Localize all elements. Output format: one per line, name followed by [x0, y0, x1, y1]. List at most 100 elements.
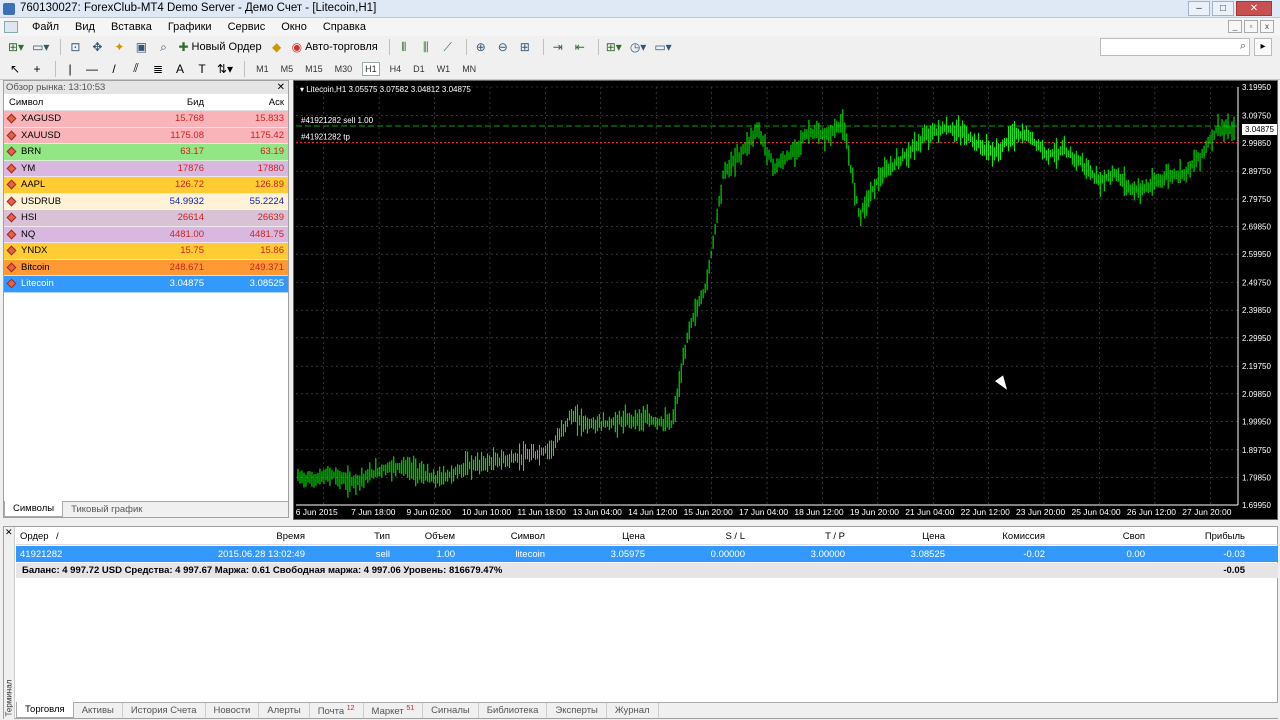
document-icon[interactable]	[4, 21, 18, 33]
col-order[interactable]: Ордер	[16, 531, 56, 542]
col-symbol[interactable]: Символ	[461, 531, 551, 542]
fibonacci-icon[interactable]: ≣	[149, 60, 167, 78]
menu-insert[interactable]: Вставка	[111, 21, 152, 33]
terminal-tab[interactable]: Библиотека	[479, 703, 548, 718]
minimize-button[interactable]: ‒	[1188, 1, 1210, 16]
text-icon[interactable]: A	[171, 60, 189, 78]
col-current-price[interactable]: Цена	[851, 531, 951, 542]
zoom-out-icon[interactable]: ⊖	[494, 38, 512, 56]
timeframe-h1[interactable]: H1	[362, 61, 380, 76]
terminal-tab[interactable]: Активы	[74, 703, 123, 718]
col-profit[interactable]: Прибыль	[1151, 531, 1251, 542]
close-icon[interactable]: ✕	[5, 527, 13, 538]
horizontal-line-icon[interactable]: —	[83, 60, 101, 78]
market-watch-row[interactable]: NQ 4481.00 4481.75	[4, 226, 288, 243]
menu-charts[interactable]: Графики	[168, 21, 212, 33]
auto-trading-button[interactable]: ◉ Авто-торговля	[290, 38, 380, 56]
market-watch-row[interactable]: BRN 63.17 63.19	[4, 144, 288, 161]
profiles-button[interactable]: ▭▾	[30, 38, 51, 56]
price-chart[interactable]: 6 Jun 2015 7 Jun 18:00 9 Jun 02:00 10 Jun 1…	[293, 80, 1278, 520]
terminal-tab[interactable]: История Счета	[123, 703, 206, 718]
market-watch-icon[interactable]: ⊡	[66, 38, 84, 56]
tab-tick-chart[interactable]: Тиковый график	[63, 502, 150, 517]
timeframe-m1[interactable]: M1	[254, 63, 271, 75]
periods-icon[interactable]: ◷▾	[628, 38, 649, 56]
market-watch-row[interactable]: YNDX 15.75 15.86	[4, 243, 288, 260]
market-watch-row[interactable]: HSI 26614 26639	[4, 210, 288, 227]
terminal-tab[interactable]: Почта 12	[310, 703, 364, 718]
menu-view[interactable]: Вид	[75, 21, 95, 33]
crosshair-icon[interactable]: +	[28, 60, 46, 78]
maximize-button[interactable]: □	[1212, 1, 1234, 16]
new-chart-button[interactable]: ⊞▾	[6, 38, 26, 56]
col-bid[interactable]: Бид	[124, 97, 204, 108]
navigator-icon[interactable]: ✦	[110, 38, 128, 56]
terminal-tab[interactable]: Маркет 51	[364, 703, 424, 718]
market-watch-row[interactable]: YM 17876 17880	[4, 160, 288, 177]
channel-icon[interactable]: ⫽	[127, 60, 145, 78]
arrows-icon[interactable]: ⇅▾	[215, 60, 235, 78]
menu-file[interactable]: Файл	[32, 21, 59, 33]
cursor-icon[interactable]: ↖	[6, 60, 24, 78]
auto-scroll-icon[interactable]: ⇥	[549, 38, 567, 56]
terminal-tab[interactable]: Сигналы	[423, 703, 479, 718]
col-price[interactable]: Цена	[551, 531, 651, 542]
market-watch-row[interactable]: XAUUSD 1175.08 1175.42	[4, 127, 288, 144]
timeframe-d1[interactable]: D1	[411, 63, 427, 75]
chart-shift-icon[interactable]: ⇤	[571, 38, 589, 56]
data-window-icon[interactable]: ✥	[88, 38, 106, 56]
terminal-tab[interactable]: Торговля	[16, 702, 74, 718]
terminal-tab[interactable]: Алерты	[259, 703, 310, 718]
line-chart-icon[interactable]: ⟋	[439, 38, 457, 56]
close-button[interactable]: ✕	[1236, 1, 1272, 16]
market-watch-row[interactable]: Bitcoin 248.671 249.371	[4, 259, 288, 276]
tab-symbols[interactable]: Символы	[4, 501, 64, 517]
col-type[interactable]: Тип	[311, 531, 396, 542]
tester-icon[interactable]: ⌕	[154, 38, 172, 56]
col-swap[interactable]: Своп	[1051, 531, 1151, 542]
tile-windows-icon[interactable]: ⊞	[516, 38, 534, 56]
timeframe-mn[interactable]: MN	[460, 63, 478, 75]
col-volume[interactable]: Объем	[396, 531, 461, 542]
bar-chart-icon[interactable]: ⫴	[395, 38, 413, 56]
timeframe-h4[interactable]: H4	[388, 63, 404, 75]
terminal-tab[interactable]: Эксперты	[547, 703, 607, 718]
candlestick-icon[interactable]: ⫼	[417, 38, 435, 56]
meta-editor-icon[interactable]: ◆	[268, 38, 286, 56]
new-order-button[interactable]: ✚ Новый Ордер	[176, 38, 263, 56]
col-sl[interactable]: S / L	[651, 531, 751, 542]
col-symbol[interactable]: Символ	[4, 97, 124, 108]
timeframe-m5[interactable]: M5	[279, 63, 296, 75]
templates-icon[interactable]: ▭▾	[652, 38, 673, 56]
chart-canvas[interactable]: 6 Jun 2015 7 Jun 18:00 9 Jun 02:00 10 Jun 1…	[294, 81, 1277, 519]
mdi-restore-button[interactable]: ▫	[1244, 20, 1258, 33]
timeframe-w1[interactable]: W1	[435, 63, 453, 75]
menu-help[interactable]: Справка	[323, 21, 366, 33]
col-time[interactable]: Время	[126, 531, 311, 542]
text-label-icon[interactable]: T	[193, 60, 211, 78]
menu-window[interactable]: Окно	[281, 21, 307, 33]
zoom-in-icon[interactable]: ⊕	[472, 38, 490, 56]
close-icon[interactable]: ✕	[277, 81, 285, 94]
market-watch-row[interactable]: XAGUSD 15.768 15.833	[4, 111, 288, 128]
mdi-minimize-button[interactable]: _	[1228, 20, 1242, 33]
timeframe-m30[interactable]: M30	[333, 63, 355, 75]
col-tp[interactable]: T / P	[751, 531, 851, 542]
vertical-line-icon[interactable]: |	[61, 60, 79, 78]
market-watch-row[interactable]: Litecoin 3.04875 3.08525	[4, 276, 288, 293]
trendline-icon[interactable]: /	[105, 60, 123, 78]
col-ask[interactable]: Аск	[204, 97, 284, 108]
terminal-tab[interactable]: Новости	[206, 703, 260, 718]
menu-tools[interactable]: Сервис	[228, 21, 266, 33]
mdi-close-button[interactable]: x	[1260, 20, 1274, 33]
search-input[interactable]: ⌕	[1100, 38, 1250, 56]
order-row[interactable]: 41921282 2015.06.28 13:02:49 sell 1.00 l…	[16, 546, 1278, 562]
timeframe-m15[interactable]: M15	[303, 63, 325, 75]
market-watch-row[interactable]: AAPL 126.72 126.89	[4, 177, 288, 194]
col-commission[interactable]: Комиссия	[951, 531, 1051, 542]
indicators-icon[interactable]: ⊞▾	[604, 38, 624, 56]
terminal-tab[interactable]: Журнал	[607, 703, 659, 718]
search-go-button[interactable]: ▸	[1254, 38, 1272, 56]
market-watch-row[interactable]: USDRUB 54.9932 55.2224	[4, 193, 288, 210]
terminal-icon[interactable]: ▣	[132, 38, 150, 56]
